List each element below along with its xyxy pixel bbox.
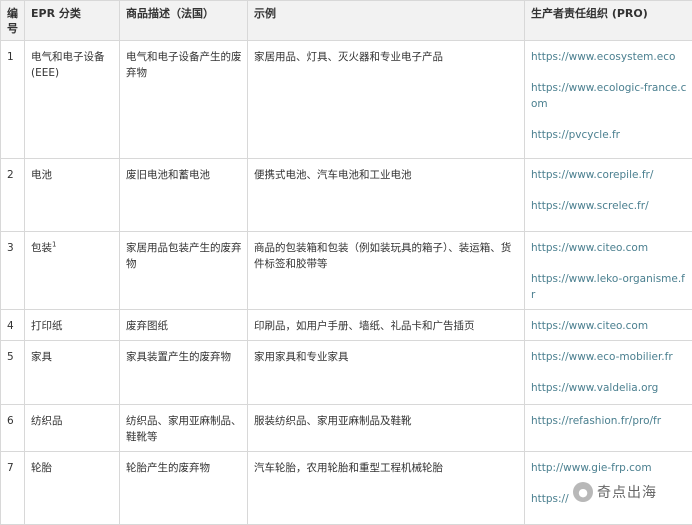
table-header-row: 编号 EPR 分类 商品描述（法国） 示例 生产者责任组织 (PRO)	[1, 1, 692, 41]
cell-example: 印刷品，如用户手册、墙纸、礼品卡和广告插页	[248, 310, 525, 341]
cell-description: 纺织品、家用亚麻制品、鞋靴等	[120, 405, 248, 452]
cell-description: 家居用品包装产生的废弃物	[120, 232, 248, 310]
pro-link[interactable]: https://refashion.fr/pro/fr	[531, 413, 687, 429]
table-row: 1电气和电子设备 (EEE) 电气和电子设备产生的废弃物家居用品、灯具、灭火器和专…	[1, 41, 692, 159]
cell-category: 轮胎	[25, 452, 120, 525]
cell-example: 家用家具和专业家具	[248, 341, 525, 405]
cell-pro: https://refashion.fr/pro/fr	[525, 405, 692, 452]
pro-link[interactable]: https://www.screlec.fr/	[531, 198, 687, 214]
cell-number: 2	[1, 159, 25, 232]
pro-link[interactable]: https://www.citeo.com	[531, 318, 687, 334]
cell-description: 家具装置产生的废弃物	[120, 341, 248, 405]
watermark: ● 奇点出海	[570, 481, 663, 503]
cell-pro: https://www.citeo.com	[525, 310, 692, 341]
cell-number: 7	[1, 452, 25, 525]
pro-link[interactable]: https://www.valdelia.org	[531, 380, 687, 396]
cell-category: 纺织品	[25, 405, 120, 452]
cell-number: 5	[1, 341, 25, 405]
table-body: 1电气和电子设备 (EEE)电气和电子设备产生的废弃物家居用品、灯具、灭火器和专…	[1, 41, 692, 525]
table-row: 6 纺织品 纺织品、家用亚麻制品、鞋靴等服装纺织品、家用亚麻制品及鞋靴 https:/…	[1, 405, 692, 452]
table-row: 2电池废旧电池和蓄电池便携式电池、汽车电池和工业电池https://www.co…	[1, 159, 692, 232]
category-label: 电气和电子设备 (EEE)	[31, 51, 105, 79]
header-example: 示例	[248, 1, 525, 41]
pro-link[interactable]: https://www.ecosystem.eco	[531, 49, 687, 65]
cell-pro: https://www.ecosystem.eco https://www.eco…	[525, 41, 692, 159]
pro-link[interactable]: http://www.gie-frp.com	[531, 460, 687, 476]
cell-pro: https://www.corepile.fr/https://www.scre…	[525, 159, 692, 232]
cell-description: 废弃图纸	[120, 310, 248, 341]
cell-example: 商品的包装箱和包装（例如装玩具的箱子）、装运箱、货件标签和胶带等	[248, 232, 525, 310]
cell-description: 电气和电子设备产生的废弃物	[120, 41, 248, 159]
cell-category: 包装1	[25, 232, 120, 310]
cell-category: 电气和电子设备 (EEE)	[25, 41, 120, 159]
cell-pro: https://www.eco-mobilier.fr https://www.v…	[525, 341, 692, 405]
cell-number: 6	[1, 405, 25, 452]
cell-pro: https://www.citeo.com https://www.leko-or…	[525, 232, 692, 310]
pro-link[interactable]: https://www.leko-organisme.fr	[531, 271, 687, 303]
header-pro: 生产者责任组织 (PRO)	[525, 1, 692, 41]
pro-link[interactable]: https://www.citeo.com	[531, 240, 687, 256]
cell-category: 打印纸	[25, 310, 120, 341]
cell-number: 3	[1, 232, 25, 310]
cell-example: 家居用品、灯具、灭火器和专业电子产品	[248, 41, 525, 159]
cell-category: 家具	[25, 341, 120, 405]
watermark-text: 奇点出海	[597, 482, 657, 502]
epr-table: 编号 EPR 分类 商品描述（法国） 示例 生产者责任组织 (PRO) 1电气和…	[0, 0, 692, 525]
category-label: 包装	[31, 242, 52, 254]
cell-description: 废旧电池和蓄电池	[120, 159, 248, 232]
pro-link[interactable]: https://www.corepile.fr/	[531, 167, 687, 183]
cell-number: 4	[1, 310, 25, 341]
header-number: 编号	[1, 1, 25, 41]
cell-example: 服装纺织品、家用亚麻制品及鞋靴	[248, 405, 525, 452]
category-label: 家具	[31, 351, 52, 363]
table-row: 5家具家具装置产生的废弃物家用家具和专业家具https://www.eco-mo…	[1, 341, 692, 405]
header-category: EPR 分类	[25, 1, 120, 41]
cell-example: 便携式电池、汽车电池和工业电池	[248, 159, 525, 232]
table-row: 4 打印纸 废弃图纸印刷品，如用户手册、墙纸、礼品卡和广告插页 https://www…	[1, 310, 692, 341]
category-label: 打印纸	[31, 320, 63, 332]
cell-description: 轮胎产生的废弃物	[120, 452, 248, 525]
category-label: 电池	[31, 169, 52, 181]
pro-link[interactable]: https://pvcycle.fr	[531, 127, 687, 143]
pro-link[interactable]: https://www.eco-mobilier.fr	[531, 349, 687, 365]
cell-number: 1	[1, 41, 25, 159]
cell-example: 汽车轮胎，农用轮胎和重型工程机械轮胎	[248, 452, 525, 525]
cell-category: 电池	[25, 159, 120, 232]
wechat-official-account-icon: ●	[573, 482, 593, 502]
category-label: 轮胎	[31, 462, 52, 474]
footnote-marker: 1	[52, 241, 56, 249]
category-label: 纺织品	[31, 415, 63, 427]
header-description: 商品描述（法国）	[120, 1, 248, 41]
pro-link[interactable]: https://www.ecologic-france.com	[531, 80, 687, 112]
table-row: 3包装1家居用品包装产生的废弃物商品的包装箱和包装（例如装玩具的箱子）、装运箱、…	[1, 232, 692, 310]
